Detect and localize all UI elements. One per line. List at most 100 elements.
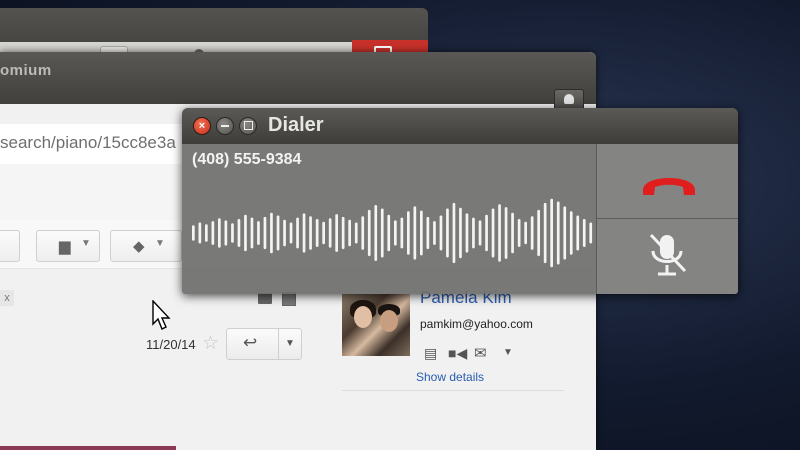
waveform-bar <box>361 216 365 250</box>
waveform-bar <box>537 209 540 257</box>
print-icon[interactable] <box>258 293 272 304</box>
waveform-bar <box>263 216 267 250</box>
waveform-bar <box>257 221 260 245</box>
archive-icon[interactable]: ▤ <box>424 345 437 362</box>
audio-waveform <box>192 198 593 268</box>
waveform-bar <box>315 219 319 247</box>
move-to-folder-button[interactable]: ▆ ▼ <box>36 230 100 262</box>
chevron-down-icon[interactable]: ▼ <box>503 347 513 358</box>
waveform-bar <box>413 206 417 260</box>
waveform-bar <box>192 225 195 241</box>
phone-number: (408) 555-9384 <box>192 151 302 168</box>
minimize-icon <box>221 125 229 127</box>
waveform-bar <box>302 213 306 253</box>
waveform-bar <box>211 221 215 245</box>
avatar-detail <box>354 306 372 328</box>
mute-button[interactable] <box>597 219 738 294</box>
waveform-bar <box>485 214 488 252</box>
waveform-bar <box>218 218 221 248</box>
contact-avatar <box>342 294 410 356</box>
chevron-down-icon: ▼ <box>81 238 91 249</box>
dialer-titlebar: × Dialer <box>182 108 738 144</box>
label-remove-chip[interactable]: x <box>0 290 14 306</box>
tag-icon: ◆ <box>133 238 145 255</box>
waveform-bar <box>563 206 567 260</box>
waveform-bar <box>517 219 521 247</box>
waveform-bar <box>511 212 514 254</box>
chevron-down-icon: ▼ <box>155 238 165 249</box>
waveform-bar <box>446 208 449 258</box>
waveform-bar <box>309 216 312 250</box>
attachment-thumbnail <box>0 446 176 450</box>
call-actions <box>596 144 738 294</box>
waveform-bar <box>426 216 430 250</box>
waveform-bar <box>335 214 338 252</box>
waveform-bar <box>439 215 443 251</box>
waveform-bar <box>322 221 325 245</box>
reply-separator <box>278 329 279 359</box>
waveform-bar <box>472 217 475 249</box>
waveform-bar <box>394 220 397 246</box>
contact-email: pamkim@yahoo.com <box>420 317 533 331</box>
video-call-icon[interactable]: ■◀ <box>448 345 467 362</box>
waveform-bar <box>328 218 332 248</box>
toolbar-button[interactable] <box>0 230 20 262</box>
waveform-bar <box>250 217 254 249</box>
maximize-icon <box>243 121 253 130</box>
waveform-bar <box>367 209 371 257</box>
mic-muted-icon <box>649 233 687 276</box>
waveform-bar <box>504 207 508 259</box>
waveform-bar <box>569 211 573 255</box>
waveform-bar <box>550 198 553 268</box>
waveform-bar <box>576 215 580 251</box>
waveform-bar <box>276 215 280 251</box>
waveform-bar <box>478 220 482 246</box>
waveform-bar <box>380 208 384 258</box>
waveform-bar <box>283 219 286 247</box>
waveform-bar <box>498 204 501 262</box>
waveform-bar <box>244 214 247 252</box>
waveform-bar <box>589 222 593 244</box>
waveform-bar <box>491 208 495 258</box>
waveform-bar <box>387 214 391 252</box>
reply-button-group[interactable]: ↩ ▼ <box>226 328 302 360</box>
maximize-button[interactable] <box>239 117 257 135</box>
waveform-bar <box>354 222 358 244</box>
waveform-bar <box>556 201 560 265</box>
avatar-detail <box>380 310 398 332</box>
waveform-bar <box>270 212 273 254</box>
email-icon[interactable]: ✉ <box>474 344 487 362</box>
waveform-bar <box>459 207 462 259</box>
waveform-bar <box>433 221 436 245</box>
waveform-bar <box>198 222 202 244</box>
waveform-bar <box>296 217 299 249</box>
waveform-bar <box>420 210 423 256</box>
waveform-bar <box>582 219 586 247</box>
waveform-bar <box>231 223 234 243</box>
phone-hangup-icon <box>643 178 695 195</box>
waveform-bar <box>407 211 410 255</box>
waveform-bar <box>289 222 293 244</box>
new-window-icon[interactable] <box>282 292 296 306</box>
waveform-bar <box>348 219 351 247</box>
waveform-bar <box>452 202 456 264</box>
url-text: search/piano/15cc8e3a <box>0 133 176 152</box>
reply-icon[interactable]: ↩ <box>243 333 257 353</box>
dialer-title: Dialer <box>268 114 324 136</box>
chevron-down-icon[interactable]: ▼ <box>285 338 295 349</box>
close-button[interactable]: × <box>193 117 211 135</box>
waveform-bar <box>524 221 527 245</box>
dialer-window: × Dialer (408) 555-9384 <box>182 108 738 294</box>
hang-up-button[interactable] <box>597 144 738 218</box>
star-icon[interactable]: ☆ <box>202 332 219 355</box>
waveform-bar <box>341 216 345 250</box>
labels-button[interactable]: ◆ ▼ <box>110 230 182 262</box>
show-details-link[interactable]: Show details <box>416 370 484 384</box>
browser-title: omium <box>0 62 52 79</box>
browser-titlebar: omium <box>0 52 596 111</box>
email-date: 11/20/14 <box>146 337 196 352</box>
waveform-bar <box>543 202 547 264</box>
minimize-button[interactable] <box>216 117 234 135</box>
waveform-bar <box>224 220 228 246</box>
folder-icon: ▆ <box>59 238 71 255</box>
